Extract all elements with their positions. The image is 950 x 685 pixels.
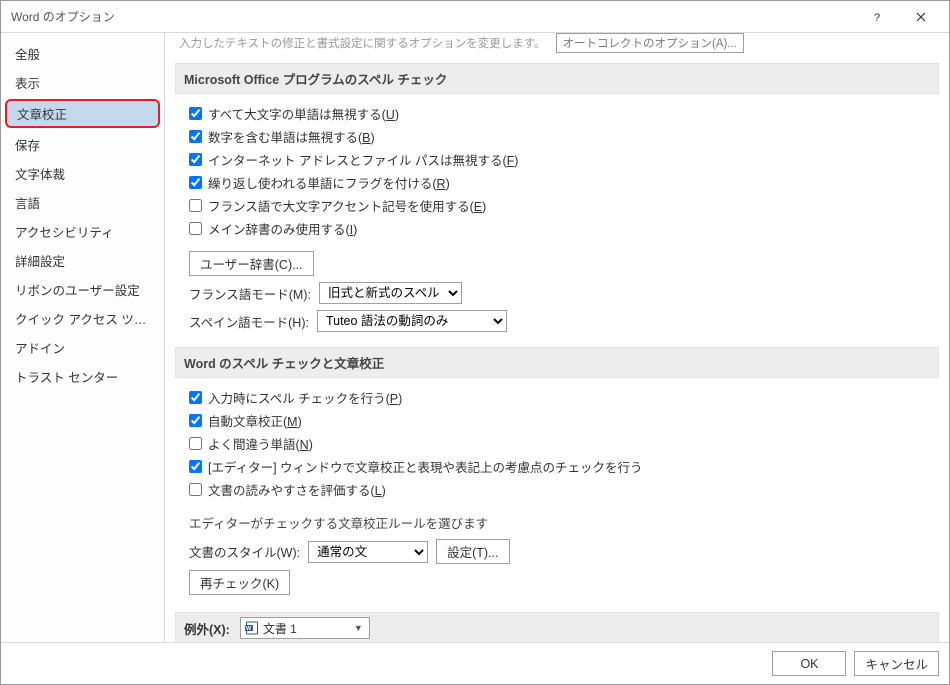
checkbox-label: よく間違う単語(N) bbox=[208, 434, 313, 453]
checkbox[interactable] bbox=[189, 437, 202, 450]
cancel-button[interactable]: キャンセル bbox=[854, 651, 939, 676]
svg-text:W: W bbox=[246, 626, 252, 632]
exceptions-document-select[interactable]: W 文書 1 ▼ bbox=[240, 617, 370, 639]
sidebar-item[interactable]: 保存 bbox=[1, 130, 164, 159]
titlebar: Word のオプション ? bbox=[1, 1, 949, 33]
checkbox[interactable] bbox=[189, 391, 202, 404]
close-button[interactable] bbox=[899, 1, 943, 33]
chevron-down-icon: ▼ bbox=[354, 623, 363, 633]
dialog-footer: OK キャンセル bbox=[1, 642, 949, 684]
window-title: Word のオプション bbox=[11, 8, 855, 25]
office-spellcheck-extra: ユーザー辞書(C)... フランス語モード(M): 旧式と新式のスペル スペイン… bbox=[175, 248, 939, 343]
ok-button[interactable]: OK bbox=[772, 651, 846, 676]
checkbox[interactable] bbox=[189, 107, 202, 120]
sidebar-item[interactable]: アドイン bbox=[1, 333, 164, 362]
svg-text:?: ? bbox=[874, 12, 880, 23]
checkbox-label: すべて大文字の単語は無視する(U) bbox=[208, 104, 399, 123]
sidebar-item[interactable]: 表示 bbox=[1, 68, 164, 97]
checkbox[interactable] bbox=[189, 222, 202, 235]
word-spellcheck-group: 入力時にスペル チェックを行う(P) 自動文章校正(M) よく間違う単語(N) [エデ… bbox=[175, 386, 939, 509]
dialog-body: 全般表示文章校正保存文字体裁言語アクセシビリティ詳細設定リボンのユーザー設定クイ… bbox=[1, 33, 949, 642]
checkbox[interactable] bbox=[189, 153, 202, 166]
checkbox[interactable] bbox=[189, 460, 202, 473]
exceptions-document-name: 文書 1 bbox=[263, 620, 297, 637]
autocorrect-options-button[interactable]: オートコレクトのオプション(A)... bbox=[556, 33, 744, 53]
checkbox-row: 数字を含む単語は無視する(B) bbox=[189, 125, 933, 148]
checkbox-label: 数字を含む単語は無視する(B) bbox=[208, 127, 375, 146]
checkbox-label: 文書の読みやすさを評価する(L) bbox=[208, 480, 386, 499]
writing-style-label: 文書のスタイル(W): bbox=[189, 542, 300, 561]
checkbox-row: 入力時にスペル チェックを行う(P) bbox=[189, 386, 933, 409]
french-mode-label: フランス語モード(M): bbox=[189, 284, 311, 303]
sidebar-item[interactable]: アクセシビリティ bbox=[1, 217, 164, 246]
checkbox-row: メイン辞書のみ使用する(I) bbox=[189, 217, 933, 240]
checkbox-row: インターネット アドレスとファイル パスは無視する(F) bbox=[189, 148, 933, 171]
content-pane: 入力したテキストの修正と書式設定に関するオプションを変更します。 オートコレクト… bbox=[165, 33, 949, 642]
writing-style-select[interactable]: 通常の文 bbox=[308, 541, 428, 563]
checkbox-label: 自動文章校正(M) bbox=[208, 411, 302, 430]
checkbox-row: すべて大文字の単語は無視する(U) bbox=[189, 102, 933, 125]
checkbox[interactable] bbox=[189, 414, 202, 427]
sidebar-item[interactable]: 文字体裁 bbox=[1, 159, 164, 188]
user-dictionary-button[interactable]: ユーザー辞書(C)... bbox=[189, 251, 314, 276]
checkbox-label: 入力時にスペル チェックを行う(P) bbox=[208, 388, 402, 407]
sidebar-item[interactable]: 詳細設定 bbox=[1, 246, 164, 275]
section-office-spellcheck: Microsoft Office プログラムのスペル チェック bbox=[175, 63, 939, 94]
checkbox[interactable] bbox=[189, 176, 202, 189]
word-spellcheck-extra: エディターがチェックする文章校正ルールを選びます 文書のスタイル(W): 通常の… bbox=[175, 509, 939, 606]
checkbox-label: フランス語で大文字アクセント記号を使用する(E) bbox=[208, 196, 486, 215]
section-word-spellcheck: Word のスペル チェックと文章校正 bbox=[175, 347, 939, 378]
checkbox-label: 繰り返し使われる単語にフラグを付ける(R) bbox=[208, 173, 450, 192]
section-exceptions: 例外(X): W 文書 1 ▼ bbox=[175, 612, 939, 642]
help-button[interactable]: ? bbox=[855, 1, 899, 33]
autocorrect-desc: 入力したテキストの修正と書式設定に関するオプションを変更します。 bbox=[179, 35, 546, 51]
sidebar-item[interactable]: 全般 bbox=[1, 39, 164, 68]
checkbox-row: よく間違う単語(N) bbox=[189, 432, 933, 455]
autocorrect-row: 入力したテキストの修正と書式設定に関するオプションを変更します。 オートコレクト… bbox=[175, 33, 939, 59]
checkbox-row: フランス語で大文字アクセント記号を使用する(E) bbox=[189, 194, 933, 217]
spanish-mode-select[interactable]: Tuteo 語法の動詞のみ bbox=[317, 310, 507, 332]
sidebar-item[interactable]: 言語 bbox=[1, 188, 164, 217]
editor-rules-desc: エディターがチェックする文章校正ルールを選びます bbox=[189, 509, 933, 536]
sidebar-item[interactable]: 文章校正 bbox=[5, 99, 160, 128]
checkbox-row: [エディター] ウィンドウで文章校正と表現や表記上の考慮点のチェックを行う bbox=[189, 455, 933, 478]
office-spellcheck-group: すべて大文字の単語は無視する(U) 数字を含む単語は無視する(B) インターネット … bbox=[175, 102, 939, 248]
help-icon: ? bbox=[871, 11, 883, 23]
options-dialog: Word のオプション ? 全般表示文章校正保存文字体裁言語アクセシビリティ詳細… bbox=[0, 0, 950, 685]
checkbox-row: 自動文章校正(M) bbox=[189, 409, 933, 432]
checkbox-row: 文書の読みやすさを評価する(L) bbox=[189, 478, 933, 501]
recheck-button[interactable]: 再チェック(K) bbox=[189, 570, 290, 595]
close-icon bbox=[916, 12, 926, 22]
french-mode-select[interactable]: 旧式と新式のスペル bbox=[319, 282, 462, 304]
word-document-icon: W bbox=[245, 621, 259, 635]
spanish-mode-label: スペイン語モード(H): bbox=[189, 312, 309, 331]
sidebar: 全般表示文章校正保存文字体裁言語アクセシビリティ詳細設定リボンのユーザー設定クイ… bbox=[1, 33, 165, 642]
checkbox-label: インターネット アドレスとファイル パスは無視する(F) bbox=[208, 150, 518, 169]
checkbox[interactable] bbox=[189, 199, 202, 212]
checkbox-label: [エディター] ウィンドウで文章校正と表現や表記上の考慮点のチェックを行う bbox=[208, 457, 643, 476]
exceptions-label: 例外(X): bbox=[184, 619, 230, 638]
settings-button[interactable]: 設定(T)... bbox=[436, 539, 509, 564]
checkbox[interactable] bbox=[189, 483, 202, 496]
sidebar-item[interactable]: リボンのユーザー設定 bbox=[1, 275, 164, 304]
sidebar-item[interactable]: クイック アクセス ツール バー bbox=[1, 304, 164, 333]
checkbox-row: 繰り返し使われる単語にフラグを付ける(R) bbox=[189, 171, 933, 194]
sidebar-item[interactable]: トラスト センター bbox=[1, 362, 164, 391]
checkbox[interactable] bbox=[189, 130, 202, 143]
checkbox-label: メイン辞書のみ使用する(I) bbox=[208, 219, 357, 238]
